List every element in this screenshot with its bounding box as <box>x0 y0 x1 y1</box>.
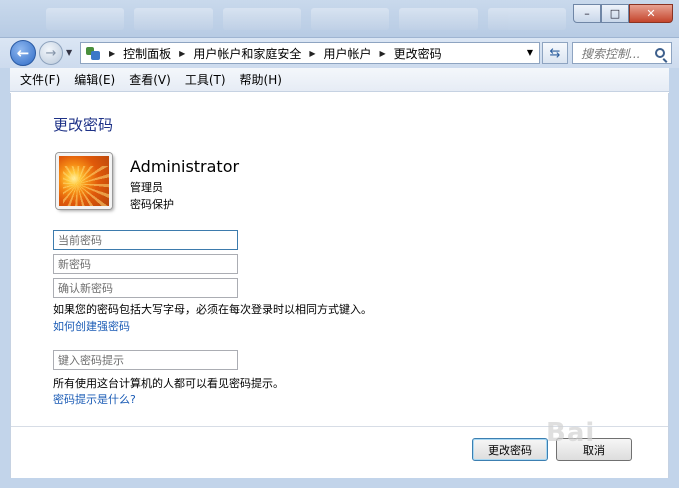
refresh-button[interactable]: ⇆ <box>542 42 568 64</box>
chevron-right-icon[interactable]: ▶ <box>179 49 185 58</box>
menu-view[interactable]: 查看(V) <box>123 71 177 88</box>
close-button[interactable]: ✕ <box>629 4 673 23</box>
window-controls: – □ ✕ <box>573 4 673 23</box>
chevron-right-icon[interactable]: ▶ <box>380 49 386 58</box>
chevron-right-icon[interactable]: ▶ <box>309 49 315 58</box>
refresh-icon: ⇆ <box>549 45 561 61</box>
watermark: Bai <box>546 418 596 448</box>
breadcrumb-user-accounts[interactable]: 用户帐户 <box>324 45 372 62</box>
forward-button[interactable]: → <box>39 41 63 65</box>
chevron-right-icon[interactable]: ▶ <box>109 49 115 58</box>
menu-tools[interactable]: 工具(T) <box>179 71 232 88</box>
strong-password-link[interactable]: 如何创建强密码 <box>53 318 130 334</box>
address-bar[interactable]: ▶ 控制面板 ▶ 用户帐户和家庭安全 ▶ 用户帐户 ▶ 更改密码 ▼ <box>80 42 540 64</box>
forward-arrow-icon: → <box>45 45 57 61</box>
background-taskbar-tabs <box>46 8 566 30</box>
back-button[interactable]: ← <box>10 40 36 66</box>
chevron-down-icon[interactable]: ▼ <box>527 48 533 57</box>
password-hint-field[interactable] <box>53 350 238 370</box>
breadcrumb-control-panel[interactable]: 控制面板 <box>123 45 171 62</box>
current-password-field[interactable] <box>53 230 238 250</box>
window-frame-bottom <box>0 478 679 488</box>
breadcrumb-user-accounts-family[interactable]: 用户帐户和家庭安全 <box>193 45 301 62</box>
maximize-button[interactable]: □ <box>601 4 629 23</box>
minimize-button[interactable]: – <box>573 4 601 23</box>
title-bar: – □ ✕ <box>0 0 679 38</box>
menu-file[interactable]: 文件(F) <box>14 71 66 88</box>
confirm-password-field[interactable] <box>53 278 238 298</box>
hint-visibility-note: 所有使用这台计算机的人都可以看见密码提示。 <box>53 377 284 390</box>
menu-bar: 文件(F) 编辑(E) 查看(V) 工具(T) 帮助(H) <box>10 68 669 92</box>
change-password-button[interactable]: 更改密码 <box>472 438 548 461</box>
window-frame-right <box>669 68 679 488</box>
menu-edit[interactable]: 编辑(E) <box>68 71 121 88</box>
page-title: 更改密码 <box>53 116 114 134</box>
password-hint-help-link[interactable]: 密码提示是什么? <box>53 391 136 407</box>
user-role: 管理员 <box>130 181 163 194</box>
menu-help[interactable]: 帮助(H) <box>234 71 288 88</box>
new-password-field[interactable] <box>53 254 238 274</box>
search-icon[interactable] <box>655 48 665 58</box>
back-arrow-icon: ← <box>16 44 30 62</box>
user-avatar <box>56 153 112 209</box>
recent-pages-dropdown-icon[interactable]: ▼ <box>66 48 72 57</box>
control-panel-icon <box>85 45 101 61</box>
password-protection-status: 密码保护 <box>130 198 174 211</box>
user-name: Administrator <box>130 157 240 176</box>
navigation-bar: ← → ▼ ▶ 控制面板 ▶ 用户帐户和家庭安全 ▶ 用户帐户 ▶ 更改密码 ▼… <box>0 38 679 68</box>
breadcrumb-change-password[interactable]: 更改密码 <box>394 45 442 62</box>
search-input[interactable]: 搜索控制... <box>572 42 672 64</box>
window-frame-left <box>0 68 10 488</box>
search-placeholder: 搜索控制... <box>581 46 641 61</box>
main-content: 更改密码 Administrator 管理员 密码保护 如果您的密码包括大写字母… <box>10 93 669 478</box>
case-sensitivity-note: 如果您的密码包括大写字母，必须在每次登录时以相同方式键入。 <box>53 303 372 316</box>
